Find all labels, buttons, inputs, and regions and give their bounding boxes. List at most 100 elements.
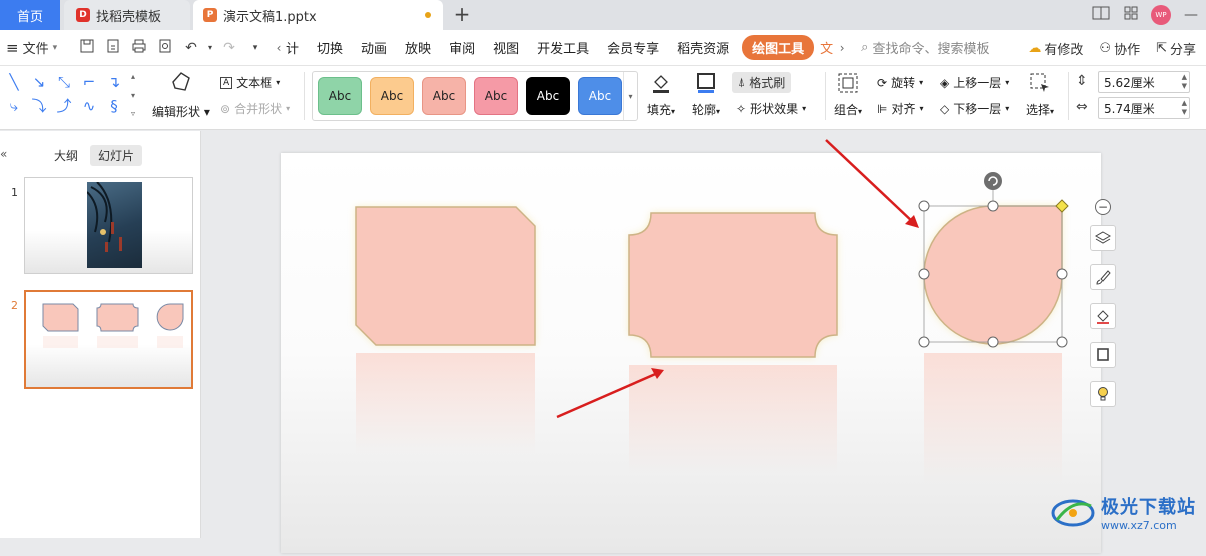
shape-effect-button[interactable]: ✧ 形状效果 ▾: [736, 100, 806, 117]
menu-bar: ≡ 文件 ▾ ↶ ▾ ↷ ▾ ‹ 计 切换 动画 放映 审阅 视图 开发工具 会…: [0, 30, 1206, 66]
brush-style-icon[interactable]: [1090, 264, 1116, 290]
resize-handle-sw[interactable]: [918, 336, 930, 348]
resize-handle-s[interactable]: [987, 336, 999, 348]
file-menu-button[interactable]: ≡ 文件 ▾: [0, 38, 76, 58]
style-swatch-salmon[interactable]: Abc: [422, 77, 466, 115]
customize-dropdown-icon[interactable]: ▾: [244, 43, 266, 53]
tab-review[interactable]: 审阅: [440, 38, 484, 57]
tab-member[interactable]: 会员专享: [598, 38, 668, 57]
fill-color-icon[interactable]: [1090, 303, 1116, 329]
slide-thumbnail-2[interactable]: [24, 290, 193, 389]
text-box-button[interactable]: A 文本框 ▾: [220, 74, 280, 91]
chevron-down-icon: ▾: [52, 42, 58, 53]
connector-gallery-scroll[interactable]: ▴ ▾ ▿: [127, 72, 139, 118]
group-button[interactable]: 组合▾: [834, 72, 862, 118]
curved-arrow-connector-icon[interactable]: ⤴: [53, 96, 75, 116]
arrow-connector-icon[interactable]: ↘: [28, 72, 50, 92]
edit-shape-button[interactable]: 编辑形状 ▾: [152, 70, 210, 120]
double-arrow-connector-icon[interactable]: ⤡: [53, 72, 75, 92]
command-search[interactable]: ⌕ 查找命令、搜索模板: [861, 38, 989, 57]
style-swatch-green[interactable]: Abc: [318, 77, 362, 115]
outline-button[interactable]: 轮廓▾: [692, 72, 720, 118]
bring-forward-button[interactable]: ◈ 上移一层 ▾: [940, 74, 1009, 91]
bring-forward-label: 上移一层: [953, 76, 1002, 90]
snip-rectangle-shape[interactable]: [355, 206, 536, 346]
slide-2-canvas[interactable]: [281, 153, 1101, 553]
elbow-connector-icon[interactable]: ⌐: [78, 72, 100, 92]
collapse-panel-icon[interactable]: «: [0, 147, 7, 161]
scroll-down-icon[interactable]: ▾: [131, 91, 135, 100]
style-swatch-blue[interactable]: Abc: [578, 77, 622, 115]
teardrop-shape[interactable]: [923, 205, 1063, 345]
tab-document[interactable]: P 演示文稿1.pptx: [193, 0, 443, 30]
user-avatar[interactable]: WP: [1146, 5, 1176, 25]
tab-drawing-tools[interactable]: 绘图工具: [742, 35, 815, 60]
new-tab-button[interactable]: +: [450, 2, 474, 26]
curved-double-arrow-connector-icon[interactable]: ∿: [78, 96, 100, 116]
style-swatch-pink[interactable]: Abc: [474, 77, 518, 115]
save-icon[interactable]: [76, 39, 98, 57]
rotate-handle-icon[interactable]: [984, 172, 1002, 190]
layers-icon[interactable]: [1090, 225, 1116, 251]
outline-view-tab[interactable]: 大纲: [46, 145, 86, 166]
resize-handle-n[interactable]: [987, 200, 999, 212]
minimize-button[interactable]: —: [1176, 7, 1206, 23]
export-pdf-icon[interactable]: [102, 39, 124, 57]
expand-gallery-icon[interactable]: ▿: [131, 109, 135, 118]
smart-suggest-bulb-icon[interactable]: [1090, 381, 1116, 407]
slides-view-tab[interactable]: 幻灯片: [90, 145, 143, 166]
tab-transitions[interactable]: 切换: [308, 38, 352, 57]
tab-view[interactable]: 视图: [484, 38, 528, 57]
select-button[interactable]: 选择▾: [1026, 72, 1054, 118]
tab-animations[interactable]: 动画: [352, 38, 396, 57]
resize-handle-w[interactable]: [918, 268, 930, 280]
print-icon[interactable]: [128, 39, 150, 57]
collaborate-button[interactable]: ⚇ 协作: [1099, 39, 1140, 58]
tab-design-partial[interactable]: 计: [286, 38, 308, 57]
grid-apps-icon[interactable]: [1116, 6, 1146, 24]
tabs-scroll-right-icon[interactable]: ›: [835, 37, 849, 59]
resize-handle-se[interactable]: [1056, 336, 1068, 348]
format-painter-button[interactable]: ⍋ 格式刷: [732, 72, 792, 93]
send-backward-button[interactable]: ◇ 下移一层 ▾: [940, 100, 1009, 117]
scroll-up-icon[interactable]: ▴: [131, 72, 135, 81]
undo-icon[interactable]: ↶: [180, 40, 202, 56]
align-button[interactable]: ⊫ 对齐 ▾: [877, 100, 923, 117]
tab-slideshow[interactable]: 放映: [396, 38, 440, 57]
tab-developer[interactable]: 开发工具: [528, 38, 598, 57]
print-preview-icon[interactable]: [154, 39, 176, 57]
height-spinner-icon[interactable]: ▲ ▼: [1182, 73, 1187, 91]
rotate-button[interactable]: ⟳ 旋转 ▾: [877, 74, 923, 91]
collapse-toolbar-icon[interactable]: −: [1095, 199, 1111, 215]
width-spinner-icon[interactable]: ▲ ▼: [1182, 99, 1187, 117]
tab-docer-resources[interactable]: 稻壳资源: [668, 38, 738, 57]
shape-width-input[interactable]: 5.74厘米 ▲ ▼: [1098, 97, 1190, 119]
elbow-arrow-connector-icon[interactable]: ↴: [103, 72, 125, 92]
share-button[interactable]: ⇱ 分享: [1156, 39, 1196, 58]
style-swatch-orange[interactable]: Abc: [370, 77, 414, 115]
outline-color-icon[interactable]: [1090, 342, 1116, 368]
fill-button[interactable]: 填充▾: [647, 72, 675, 118]
elbow-double-arrow-connector-icon[interactable]: ⤷: [3, 96, 25, 116]
slide-number-2: 2: [11, 299, 18, 312]
shape-height-input[interactable]: 5.62厘米 ▲ ▼: [1098, 71, 1190, 93]
layout-switch-icon[interactable]: [1086, 6, 1116, 24]
style-gallery-more-icon[interactable]: ▾: [623, 72, 637, 120]
undo-dropdown-icon[interactable]: ▾: [206, 43, 214, 52]
straight-connector-icon[interactable]: ╲: [3, 72, 25, 92]
merge-shape-button[interactable]: ⊚ 合并形状 ▾: [220, 100, 290, 117]
select-cursor-icon: [1029, 72, 1051, 99]
slide-thumbnail-1[interactable]: [24, 177, 193, 274]
style-swatch-black[interactable]: Abc: [526, 77, 570, 115]
tab-text-tools-partial[interactable]: 文: [818, 38, 835, 57]
resize-handle-e[interactable]: [1056, 268, 1068, 280]
tabs-scroll-left-icon[interactable]: ‹: [272, 37, 286, 59]
plaque-shape[interactable]: [628, 212, 838, 358]
redo-icon[interactable]: ↷: [218, 40, 240, 56]
modified-status-button[interactable]: ☁ 有修改: [1028, 39, 1083, 58]
curved-connector-icon[interactable]: ⤵: [28, 96, 50, 116]
tab-home[interactable]: 首页: [0, 0, 60, 30]
resize-handle-nw[interactable]: [918, 200, 930, 212]
s-curve-connector-icon[interactable]: §: [103, 96, 125, 116]
tab-template[interactable]: D 找稻壳模板: [64, 0, 190, 30]
